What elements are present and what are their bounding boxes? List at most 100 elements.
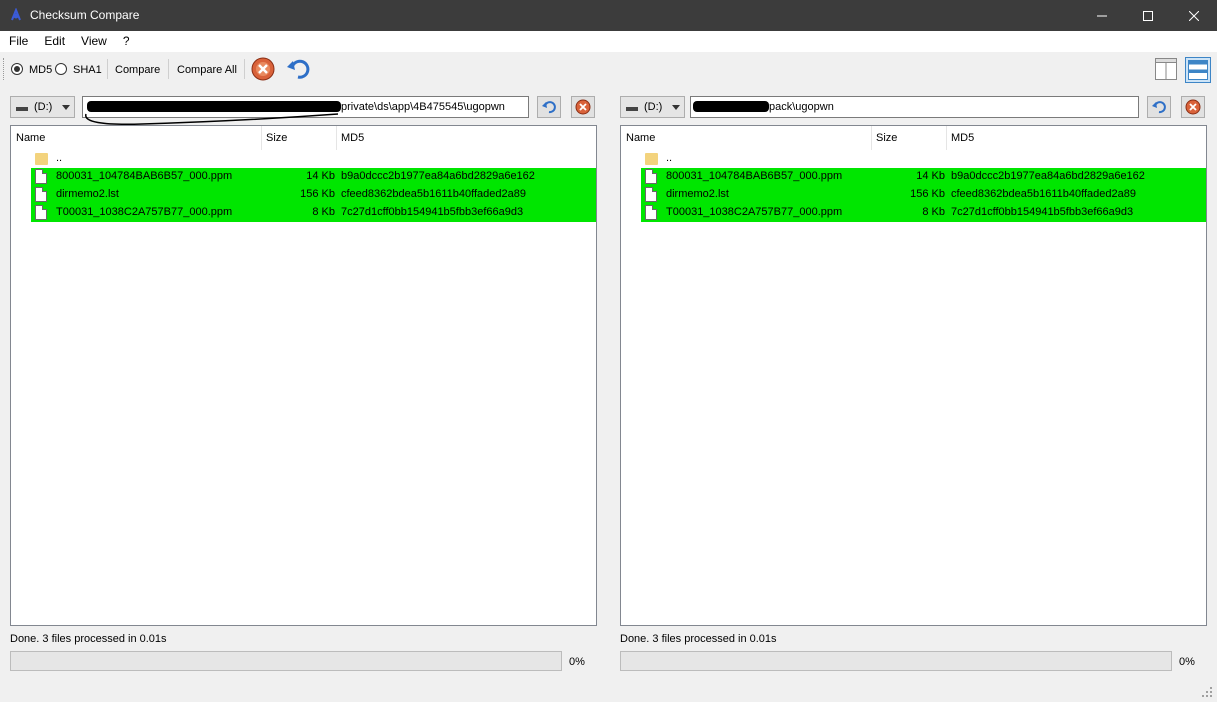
file-md5: b9a0dccc2b1977ea84a6bd2829a6e162 bbox=[341, 170, 535, 182]
sha1-radio[interactable] bbox=[55, 63, 67, 75]
right-progress-label: 0% bbox=[1179, 656, 1195, 668]
right-refresh-button[interactable] bbox=[1147, 96, 1171, 118]
parent-dir-label: .. bbox=[666, 152, 673, 164]
file-name: T00031_1038C2A757B77_000.ppm bbox=[666, 206, 843, 218]
right-path-input[interactable]: pack\ugopwn bbox=[690, 96, 1139, 118]
redaction-mark bbox=[87, 101, 341, 112]
column-size[interactable]: Size bbox=[266, 132, 287, 144]
undo-icon bbox=[542, 101, 556, 114]
right-drive-selector[interactable]: (D:) bbox=[620, 96, 685, 118]
right-list-header: Name Size MD5 bbox=[621, 126, 1206, 150]
file-name: dirmemo2.lst bbox=[56, 188, 119, 200]
minimize-button[interactable] bbox=[1079, 0, 1125, 31]
file-icon bbox=[645, 169, 657, 184]
compare-all-button[interactable]: Compare All bbox=[177, 64, 237, 76]
table-row[interactable]: T00031_1038C2A757B77_000.ppm 8 Kb 7c27d1… bbox=[31, 204, 596, 222]
menu-bar: File Edit View ? bbox=[0, 31, 1217, 51]
clear-icon bbox=[575, 99, 591, 115]
toolbar-separator bbox=[107, 59, 108, 79]
table-row[interactable]: T00031_1038C2A757B77_000.ppm 8 Kb 7c27d1… bbox=[641, 204, 1206, 222]
right-status-text: Done. 3 files processed in 0.01s bbox=[620, 633, 777, 645]
app-icon bbox=[11, 8, 21, 21]
parent-dir-row[interactable]: .. bbox=[641, 150, 1206, 168]
title-bar[interactable]: Checksum Compare bbox=[0, 0, 1217, 31]
drive-icon bbox=[626, 107, 638, 111]
parent-dir-label: .. bbox=[56, 152, 63, 164]
menu-help[interactable]: ? bbox=[114, 31, 137, 51]
undo-icon bbox=[1152, 101, 1166, 114]
file-md5: 7c27d1cff0bb154941b5fbb3ef66a9d3 bbox=[341, 206, 524, 218]
column-divider bbox=[336, 126, 337, 150]
clear-icon bbox=[1185, 99, 1201, 115]
split-horizontal-icon[interactable] bbox=[1185, 57, 1211, 83]
file-md5: cfeed8362bdea5b1611b40ffaded2a89 bbox=[341, 188, 526, 200]
right-clear-button[interactable] bbox=[1181, 96, 1205, 118]
file-name: 800031_104784BAB6B57_000.ppm bbox=[56, 170, 233, 182]
file-md5: cfeed8362bdea5b1611b40ffaded2a89 bbox=[951, 188, 1136, 200]
undo-icon[interactable] bbox=[286, 56, 312, 82]
close-button[interactable] bbox=[1171, 0, 1217, 31]
column-md5[interactable]: MD5 bbox=[951, 132, 974, 144]
left-progress-bar bbox=[10, 651, 562, 671]
file-md5: b9a0dccc2b1977ea84a6bd2829a6e162 bbox=[951, 170, 1145, 182]
file-icon bbox=[35, 187, 47, 202]
menu-file[interactable]: File bbox=[0, 31, 35, 51]
left-progress-label: 0% bbox=[569, 656, 585, 668]
md5-radio-label[interactable]: MD5 bbox=[29, 64, 52, 76]
clear-all-icon[interactable] bbox=[251, 57, 275, 81]
file-icon bbox=[35, 169, 47, 184]
menu-edit[interactable]: Edit bbox=[35, 31, 72, 51]
column-divider bbox=[871, 126, 872, 150]
redaction-mark bbox=[693, 101, 769, 112]
maximize-icon bbox=[1143, 10, 1153, 21]
file-name: T00031_1038C2A757B77_000.ppm bbox=[56, 206, 233, 218]
left-list-header: Name Size MD5 bbox=[11, 126, 596, 150]
split-vertical-icon[interactable] bbox=[1154, 57, 1178, 81]
window-title: Checksum Compare bbox=[30, 8, 140, 22]
left-status-text: Done. 3 files processed in 0.01s bbox=[10, 633, 167, 645]
parent-dir-row[interactable]: .. bbox=[31, 150, 596, 168]
chevron-down-icon bbox=[672, 105, 680, 110]
left-refresh-button[interactable] bbox=[537, 96, 561, 118]
file-icon bbox=[645, 205, 657, 220]
file-icon bbox=[645, 187, 657, 202]
compare-button[interactable]: Compare bbox=[115, 64, 160, 76]
table-row[interactable]: dirmemo2.lst 156 Kb cfeed8362bdea5b1611b… bbox=[31, 186, 596, 204]
file-size: 8 Kb bbox=[922, 206, 945, 218]
right-path-text: pack\ugopwn bbox=[769, 101, 834, 113]
md5-radio[interactable] bbox=[11, 63, 23, 75]
column-name[interactable]: Name bbox=[626, 132, 655, 144]
maximize-button[interactable] bbox=[1125, 0, 1171, 31]
table-row[interactable]: dirmemo2.lst 156 Kb cfeed8362bdea5b1611b… bbox=[641, 186, 1206, 204]
left-clear-button[interactable] bbox=[571, 96, 595, 118]
left-drive-label: (D:) bbox=[34, 101, 53, 113]
drive-icon bbox=[16, 107, 28, 111]
left-file-list[interactable]: Name Size MD5 .. 800031_104784BAB6B57_00… bbox=[10, 125, 597, 626]
toolbar: MD5 SHA1 Compare Compare All bbox=[0, 51, 1217, 85]
table-row[interactable]: 800031_104784BAB6B57_000.ppm 14 Kb b9a0d… bbox=[31, 168, 596, 186]
left-path-text: private\ds\app\4B475545\ugopwn bbox=[341, 101, 505, 113]
right-file-list[interactable]: Name Size MD5 .. 800031_104784BAB6B57_00… bbox=[620, 125, 1207, 626]
table-row[interactable]: 800031_104784BAB6B57_000.ppm 14 Kb b9a0d… bbox=[641, 168, 1206, 186]
menu-view[interactable]: View bbox=[72, 31, 114, 51]
file-size: 14 Kb bbox=[916, 170, 945, 182]
file-name: dirmemo2.lst bbox=[666, 188, 729, 200]
close-icon bbox=[1189, 10, 1199, 21]
sha1-radio-label[interactable]: SHA1 bbox=[73, 64, 102, 76]
column-divider bbox=[261, 126, 262, 150]
column-name[interactable]: Name bbox=[16, 132, 45, 144]
file-size: 14 Kb bbox=[306, 170, 335, 182]
file-name: 800031_104784BAB6B57_000.ppm bbox=[666, 170, 843, 182]
file-size: 156 Kb bbox=[300, 188, 335, 200]
file-size: 156 Kb bbox=[910, 188, 945, 200]
column-md5[interactable]: MD5 bbox=[341, 132, 364, 144]
column-size[interactable]: Size bbox=[876, 132, 897, 144]
left-drive-selector[interactable]: (D:) bbox=[10, 96, 75, 118]
resize-grip-icon[interactable] bbox=[1201, 686, 1213, 698]
right-progress-bar bbox=[620, 651, 1172, 671]
folder-icon bbox=[35, 153, 48, 165]
chevron-down-icon bbox=[62, 105, 70, 110]
minimize-icon bbox=[1097, 15, 1107, 16]
right-drive-label: (D:) bbox=[644, 101, 663, 113]
toolbar-grip[interactable] bbox=[3, 58, 6, 80]
